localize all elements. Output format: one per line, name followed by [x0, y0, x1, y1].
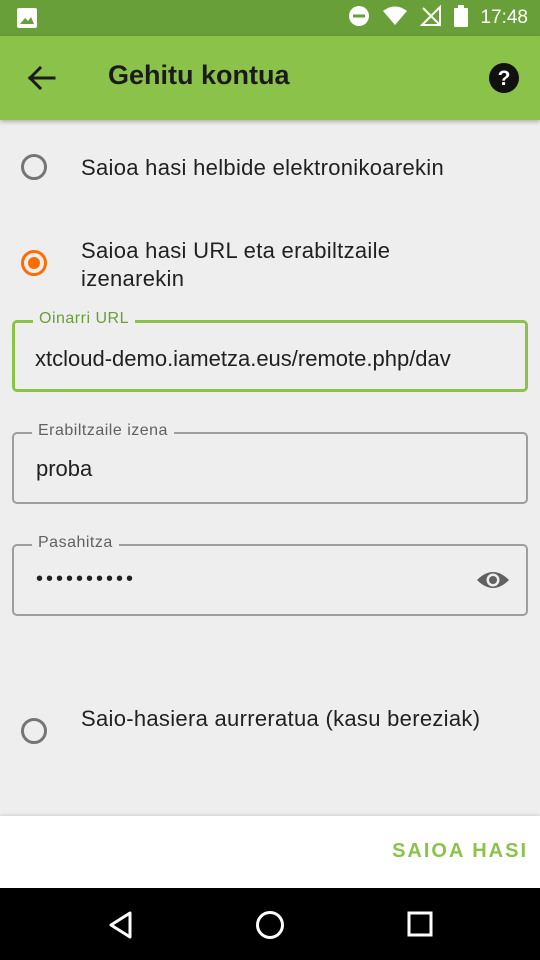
option-label: Saioa hasi URL eta erabiltzaile izenarek… — [81, 238, 391, 291]
radio-button[interactable] — [21, 718, 47, 744]
password-field[interactable]: Pasahitza •••••••••• — [12, 534, 528, 616]
recents-nav-icon[interactable] — [406, 910, 434, 943]
option-label: Saioa hasi helbide elektronikoarekin — [81, 155, 445, 180]
login-button[interactable]: SAIOA HASI — [392, 840, 528, 863]
field-label: Oinarri URL — [33, 310, 135, 328]
back-nav-icon[interactable] — [106, 910, 136, 945]
svg-text:?: ? — [498, 67, 511, 90]
option-label: Saio-hasiera aurreratua (kasu bereziak) — [81, 706, 481, 731]
do-not-disturb-icon — [348, 5, 370, 32]
radio-button-selected[interactable] — [21, 250, 47, 276]
arrow-back-icon[interactable] — [26, 64, 58, 92]
image-icon — [16, 7, 38, 34]
username-field[interactable]: Erabiltzaile izena proba — [12, 422, 528, 504]
base-url-input[interactable]: xtcloud-demo.iametza.eus/remote.php/dav — [35, 346, 505, 372]
eye-icon[interactable] — [476, 566, 510, 594]
status-icons: 17:48 — [348, 0, 528, 36]
radio-button[interactable] — [21, 154, 47, 180]
help-icon[interactable]: ? — [488, 62, 520, 94]
wifi-icon — [382, 6, 408, 31]
home-nav-icon[interactable] — [255, 910, 285, 945]
field-label: Erabiltzaile izena — [32, 422, 174, 440]
username-input[interactable]: proba — [36, 456, 506, 482]
status-bar: 17:48 — [0, 0, 540, 36]
bottom-action-bar: SAIOA HASI — [0, 816, 540, 888]
field-label: Pasahitza — [32, 534, 119, 552]
battery-icon — [454, 4, 469, 32]
base-url-field[interactable]: Oinarri URL xtcloud-demo.iametza.eus/rem… — [12, 310, 528, 392]
status-time: 17:48 — [480, 7, 528, 28]
navigation-bar — [0, 888, 540, 960]
password-input[interactable]: •••••••••• — [36, 568, 506, 591]
no-signal-icon — [420, 4, 442, 32]
app-bar: Gehitu kontua ? — [0, 36, 540, 120]
page-title: Gehitu kontua — [108, 60, 290, 90]
